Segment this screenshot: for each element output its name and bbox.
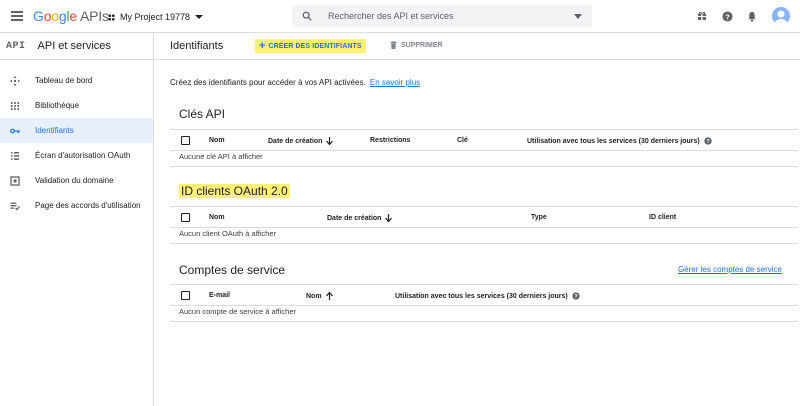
column-name[interactable]: Nom xyxy=(209,214,225,221)
trash-icon xyxy=(390,41,397,49)
api-badge: API xyxy=(6,40,26,52)
agreements-icon xyxy=(10,201,20,211)
oauth-empty-row: Aucun client OAuth à afficher xyxy=(170,223,798,244)
column-creation-date[interactable]: Date de création xyxy=(327,214,393,222)
svg-text:?: ? xyxy=(706,139,709,145)
chevron-down-icon xyxy=(195,15,204,19)
select-all-checkbox[interactable] xyxy=(181,291,190,300)
sidebar-item-domain-verification[interactable]: Validation du domaine xyxy=(0,168,153,193)
search-dropdown-icon[interactable] xyxy=(574,14,582,19)
project-selector[interactable]: My Project 19778 xyxy=(107,9,204,25)
main-content: Identifiants + CRÉER DES IDENTIFIANTS SU… xyxy=(155,33,800,406)
sidebar-item-oauth-consent[interactable]: Écran d'autorisation OAuth xyxy=(0,143,153,168)
library-icon xyxy=(10,101,20,111)
column-restrictions[interactable]: Restrictions xyxy=(370,137,410,144)
column-usage[interactable]: Utilisation avec tous les services (30 d… xyxy=(395,292,580,300)
google-apis-logo[interactable]: Google APIs xyxy=(33,8,109,24)
search-input[interactable] xyxy=(328,11,568,21)
arrow-up-icon xyxy=(325,292,333,300)
search-icon xyxy=(302,11,312,21)
arrow-down-icon xyxy=(326,137,334,145)
sidebar: API API et services Tableau de bord Bibl… xyxy=(0,33,154,406)
learn-more-link[interactable]: En savoir plus xyxy=(370,78,420,87)
sidebar-item-usage-agreements[interactable]: Page des accords d'utilisation xyxy=(0,193,153,218)
column-key[interactable]: Clé xyxy=(457,137,468,144)
select-all-checkbox[interactable] xyxy=(181,136,190,145)
sidebar-item-library[interactable]: Bibliothèque xyxy=(0,93,153,118)
project-icon xyxy=(108,13,115,21)
api-keys-empty-row: Aucune clé API à afficher xyxy=(170,146,798,167)
dashboard-icon xyxy=(10,75,20,86)
manage-service-accounts-link[interactable]: Gérer les comptes de service xyxy=(678,265,782,274)
arrow-down-icon xyxy=(385,214,393,222)
key-icon xyxy=(10,126,20,136)
sidebar-title: API et services xyxy=(37,40,111,52)
api-keys-title: Clés API xyxy=(179,107,226,121)
delete-button[interactable]: SUPPRIMER xyxy=(390,41,443,49)
consent-icon xyxy=(10,151,20,161)
notifications-icon[interactable] xyxy=(743,7,761,25)
top-bar: GoogleAPIs My Project 19778 ? xyxy=(0,0,800,33)
help-icon[interactable]: ? xyxy=(704,137,712,145)
column-creation-date[interactable]: Date de création xyxy=(268,137,334,145)
intro-text: Créez des identifiants pour accéder à vo… xyxy=(170,78,421,87)
sidebar-item-credentials[interactable]: Identifiants xyxy=(0,118,153,143)
oauth-clients-title: ID clients OAuth 2.0 xyxy=(179,184,290,198)
select-all-checkbox[interactable] xyxy=(181,213,190,222)
svg-text:?: ? xyxy=(574,294,577,300)
sidebar-header: API API et services xyxy=(0,33,153,60)
menu-icon[interactable] xyxy=(11,11,23,21)
column-client-id[interactable]: ID client xyxy=(649,214,676,221)
gift-icon[interactable] xyxy=(693,7,711,25)
column-email[interactable]: E-mail xyxy=(209,292,230,299)
column-name[interactable]: Nom xyxy=(209,137,225,144)
page-header: Identifiants xyxy=(155,33,800,60)
column-name[interactable]: Nom xyxy=(306,292,333,300)
help-icon[interactable]: ? xyxy=(718,7,736,25)
svg-text:?: ? xyxy=(725,12,730,21)
help-icon[interactable]: ? xyxy=(572,292,580,300)
service-accounts-title: Comptes de service xyxy=(179,263,286,277)
page-title: Identifiants xyxy=(170,40,224,52)
column-usage[interactable]: Utilisation avec tous les services (30 d… xyxy=(527,137,712,145)
service-accounts-empty-row: Aucun compte de service à afficher xyxy=(170,301,798,322)
column-type[interactable]: Type xyxy=(531,214,547,221)
plus-icon: + xyxy=(259,40,266,52)
sidebar-item-dashboard[interactable]: Tableau de bord xyxy=(0,68,153,93)
search-bar[interactable] xyxy=(292,5,592,27)
project-name: My Project 19778 xyxy=(120,12,191,22)
avatar[interactable] xyxy=(772,7,790,25)
domain-icon xyxy=(10,175,20,186)
create-credentials-button[interactable]: + CRÉER DES IDENTIFIANTS xyxy=(255,39,366,53)
